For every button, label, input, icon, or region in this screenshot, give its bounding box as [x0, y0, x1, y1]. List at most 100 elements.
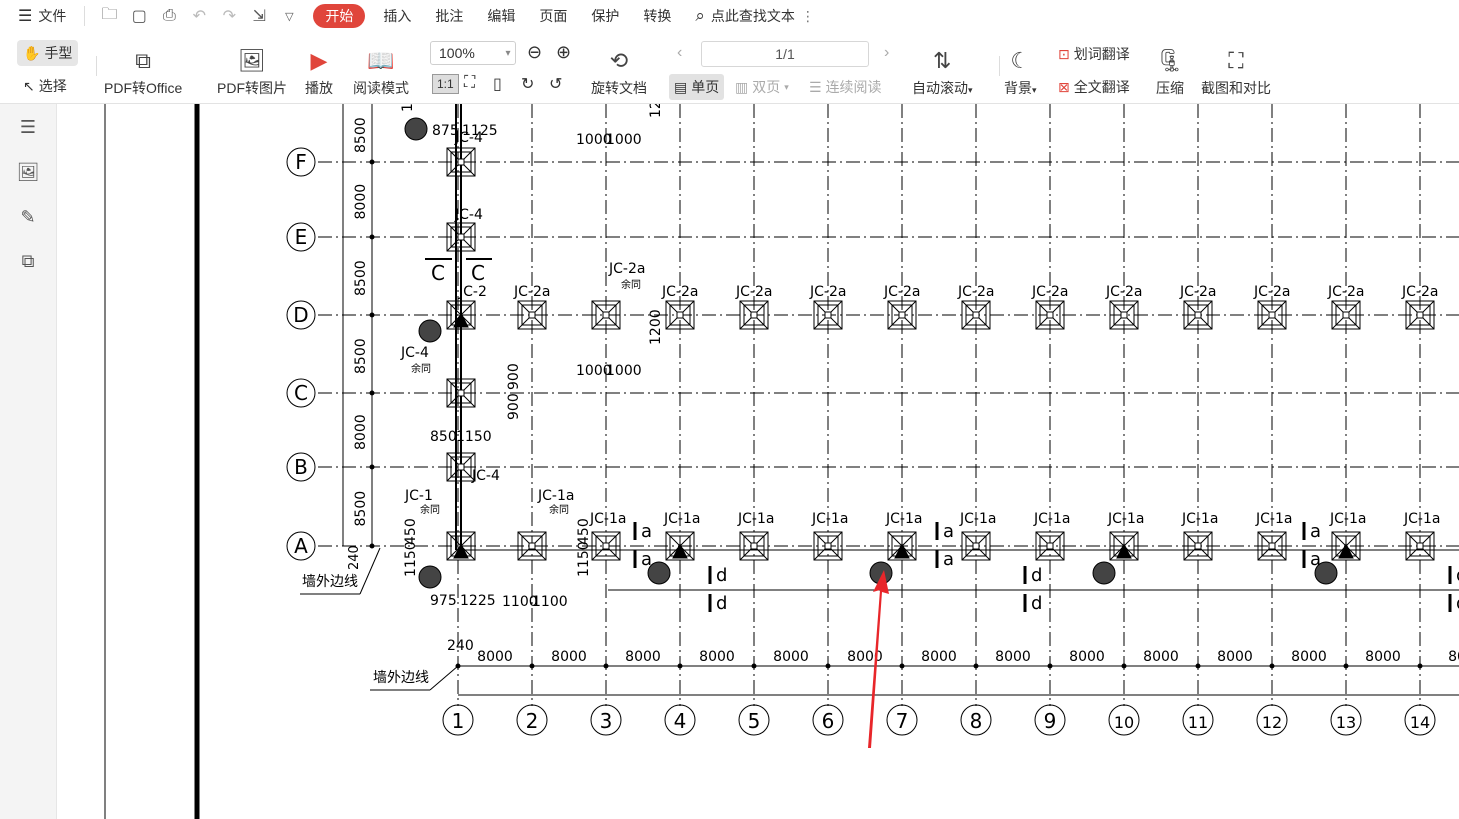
export-icon[interactable]: ⇲	[249, 6, 269, 26]
rotate-document-button[interactable]: ⟲ 旋转文档	[591, 40, 647, 98]
background-button[interactable]: ☾ 背景▾	[1004, 40, 1037, 98]
hand-tool-button[interactable]: ✋ 手型	[17, 40, 79, 66]
footing-label-jc2a: JC-2a	[809, 284, 846, 300]
dimension-text: 1000	[606, 363, 642, 379]
pdf-to-image-button[interactable]: 🖼 PDF转图片	[217, 40, 287, 98]
tab-edit[interactable]: 编辑	[475, 0, 527, 32]
zoom-in-icon[interactable]: ⊕	[556, 42, 571, 63]
footing-label-jc2a: JC-2a	[1327, 284, 1364, 300]
row-axis-label: E	[295, 225, 308, 249]
left-dimension: 8500	[353, 491, 369, 527]
same-note: 余同	[621, 278, 641, 291]
bottom-dimension: 8000	[1217, 649, 1253, 665]
undo-icon[interactable]: ↶	[189, 6, 209, 26]
section-label: C	[431, 261, 445, 285]
column-axis-label: 3	[600, 709, 613, 733]
left-sidebar: ☰ 🖼 ✎ ⧉	[0, 104, 57, 819]
page-number-input[interactable]: 1/1	[701, 41, 869, 67]
column-axis-label: 11	[1188, 713, 1208, 732]
dimension-240: 240	[347, 545, 362, 570]
prev-page-icon[interactable]: ‹	[677, 44, 682, 62]
section-mark-a: a	[641, 549, 652, 570]
double-page-button[interactable]: ▥ 双页 ▾	[735, 77, 789, 97]
footing-center	[972, 542, 980, 550]
full-translate-icon: ⊠	[1058, 78, 1070, 95]
hatched-marker	[404, 117, 428, 141]
document-view[interactable]: F E D C B A 1 2 3 4 5 6 7 8 9 10 11 12 13 14 8500 8000 8500 850…	[57, 104, 1459, 819]
save-icon[interactable]: ▢	[129, 6, 149, 26]
footing-label-jc2a: JC-2a	[661, 284, 698, 300]
annotation-icon[interactable]: ✎	[17, 206, 39, 228]
zoom-out-icon[interactable]: ⊖	[527, 42, 542, 63]
pdf-to-office-button[interactable]: ⧉ PDF转Office	[104, 40, 182, 98]
column-axis-label: 5	[748, 709, 761, 733]
dimension-text: 1150	[403, 541, 419, 577]
actual-size-icon[interactable]: 1:1	[432, 74, 459, 94]
tab-annotate[interactable]: 批注	[423, 0, 475, 32]
more-vertical-icon[interactable]: ⋮	[801, 8, 815, 25]
continuous-read-button[interactable]: ☰ 连续阅读	[809, 77, 882, 97]
screenshot-compare-button[interactable]: ⛶ 截图和对比	[1201, 40, 1271, 98]
chevron-down-icon: ▾	[784, 81, 789, 92]
image-icon: 🖼	[238, 48, 266, 73]
left-dimension: 8500	[353, 260, 369, 296]
full-translate-button[interactable]: ⊠ 全文翻译	[1058, 77, 1130, 97]
dimension-text: 1000	[606, 132, 642, 148]
tab-protect[interactable]: 保护	[579, 0, 631, 32]
outline-icon[interactable]: ☰	[17, 116, 39, 138]
left-dimension: 8000	[353, 184, 369, 220]
find-text-search[interactable]: ⌕ 点此查找文本 ⋮	[695, 6, 815, 26]
compress-button[interactable]: 🗜 压缩	[1156, 40, 1184, 98]
zoom-select[interactable]: 100% ▾	[430, 41, 516, 65]
dimension-tick	[529, 663, 535, 669]
row-axis-label: C	[294, 381, 308, 405]
section-mark-d: d	[716, 565, 727, 586]
print-icon[interactable]: ⎙	[159, 7, 179, 25]
file-menu[interactable]: ☰ 文件	[0, 0, 78, 32]
footing-center	[457, 463, 465, 471]
footing-center	[824, 311, 832, 319]
dimension-tick	[751, 663, 757, 669]
tab-page[interactable]: 页面	[527, 0, 579, 32]
section-label: C	[471, 261, 485, 285]
bottom-dimension: 8000	[1069, 649, 1105, 665]
image-extract-icon[interactable]: ⧉	[17, 250, 39, 272]
cursor-arrow-icon: ↖	[23, 77, 35, 94]
read-mode-label: 阅读模式	[353, 80, 409, 96]
footing-center	[457, 233, 465, 241]
fit-page-icon[interactable]: ⛶	[464, 74, 475, 92]
single-page-button[interactable]: ▤ 单页	[669, 74, 725, 100]
footing-center	[457, 389, 465, 397]
select-tool-button[interactable]: ↖ 选择	[23, 76, 67, 96]
rotate-right-icon[interactable]: ↺	[549, 74, 562, 94]
fit-width-icon[interactable]: ▯	[493, 74, 502, 94]
thumbnail-icon[interactable]: 🖼	[17, 161, 40, 183]
open-folder-icon[interactable]: 🗀	[99, 3, 119, 30]
pdf-to-image-label: PDF转图片	[217, 80, 287, 96]
next-page-icon[interactable]: ›	[884, 44, 889, 62]
file-menu-label: 文件	[38, 8, 67, 24]
background-label: 背景▾	[1004, 80, 1037, 96]
bottom-dimension: 8000	[699, 649, 735, 665]
tab-convert[interactable]: 转换	[631, 0, 683, 32]
tab-start[interactable]: 开始	[313, 4, 366, 28]
section-mark-a: a	[1310, 521, 1321, 542]
dimension-tick	[369, 464, 375, 470]
page-number-value: 1/1	[775, 46, 795, 62]
dimension-tick	[1417, 663, 1423, 669]
column-axis-label: 1	[452, 709, 465, 733]
more-dropdown-icon[interactable]: ▽	[279, 10, 299, 23]
rotate-left-icon[interactable]: ↻	[521, 74, 534, 94]
tab-insert[interactable]: 插入	[371, 0, 423, 32]
read-mode-button[interactable]: 📖 阅读模式	[353, 40, 409, 98]
footing-center	[1120, 311, 1128, 319]
double-page-label: 双页	[752, 79, 781, 95]
dimension-text: 450	[403, 518, 419, 545]
auto-scroll-button[interactable]: ⇅ 自动滚动▾	[912, 40, 973, 98]
column-axis-label: 2	[526, 709, 539, 733]
footing-label-jc1a: JC-1a	[1255, 511, 1292, 527]
play-button[interactable]: ▶ 播放	[305, 40, 333, 98]
redo-icon[interactable]: ↷	[219, 6, 239, 26]
footing-center	[1268, 542, 1276, 550]
word-translate-button[interactable]: ⊡ 划词翻译	[1058, 44, 1130, 64]
